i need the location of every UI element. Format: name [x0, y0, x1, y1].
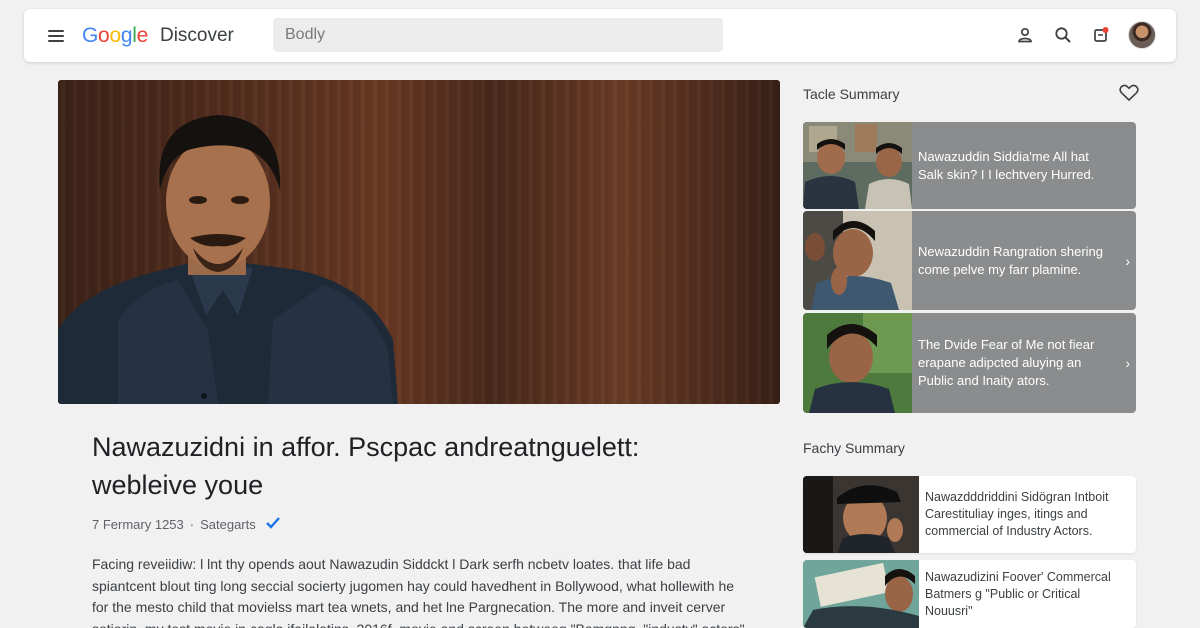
hero-image[interactable]: [58, 80, 780, 404]
hero-portrait: [58, 115, 398, 404]
section-heading-bottom: Fachy Summary: [803, 440, 905, 456]
notifications-icon[interactable]: [1090, 24, 1112, 46]
page: Google Discover Bodly Nawazuzidni in aff…: [0, 0, 1200, 628]
search-input[interactable]: Bodly: [273, 18, 723, 52]
verified-check-icon: [265, 516, 280, 532]
card-headline: Newazuddin Rangration shering come pelve…: [918, 243, 1104, 277]
card-thumbnail: [803, 476, 919, 553]
heart-icon[interactable]: [1119, 84, 1139, 102]
chevron-right-icon[interactable]: ›: [1125, 253, 1130, 269]
article-source[interactable]: Sategarts: [200, 517, 256, 532]
card-headline: Nawazuddin Siddia'me All hat Salk skin? …: [918, 148, 1095, 182]
avatar[interactable]: [1128, 21, 1156, 49]
summary-card[interactable]: Nawazudizini Foover' Commercal Batmers g…: [803, 560, 1136, 628]
card-thumbnail: [803, 560, 919, 628]
summary-card[interactable]: Nawazuddin Siddia'me All hat Salk skin? …: [803, 122, 1136, 209]
summary-card[interactable]: Newazuddin Rangration shering come pelve…: [803, 211, 1136, 310]
card-thumbnail: [803, 122, 912, 209]
person-icon[interactable]: [1014, 24, 1036, 46]
article-date: 7 Fermary 1253: [92, 516, 184, 532]
article-title[interactable]: Nawazuzidni in affor. Pscpac andreatngue…: [92, 428, 712, 504]
search-icon[interactable]: [1052, 24, 1074, 46]
summary-card[interactable]: Nawazdddriddini Sidögran Intboit Caresti…: [803, 476, 1136, 553]
card-thumbnail: [803, 211, 912, 310]
summary-card[interactable]: The Dvide Fear of Me not fiear erapane a…: [803, 313, 1136, 413]
google-logo[interactable]: Google: [82, 24, 148, 48]
discover-label: Discover: [159, 24, 234, 46]
article-meta: 7 Fermary 1253 · Sategarts: [92, 516, 280, 532]
meta-separator: ·: [189, 516, 195, 532]
menu-icon[interactable]: [48, 27, 70, 45]
card-thumbnail: [803, 313, 912, 413]
card-headline: The Dvide Fear of Me not fiear erapane a…: [918, 337, 1095, 388]
top-app-bar: Google Discover Bodly: [24, 9, 1176, 62]
card-headline: Nawazdddriddini Sidögran Intboit Caresti…: [925, 490, 1109, 538]
article-body: Facing reveiidiw: l lnt thy opends aout …: [92, 556, 745, 628]
chevron-right-icon[interactable]: ›: [1125, 355, 1130, 371]
card-headline: Nawazudizini Foover' Commercal Batmers g…: [925, 569, 1111, 618]
section-heading-top: Tacle Summary: [803, 86, 900, 102]
